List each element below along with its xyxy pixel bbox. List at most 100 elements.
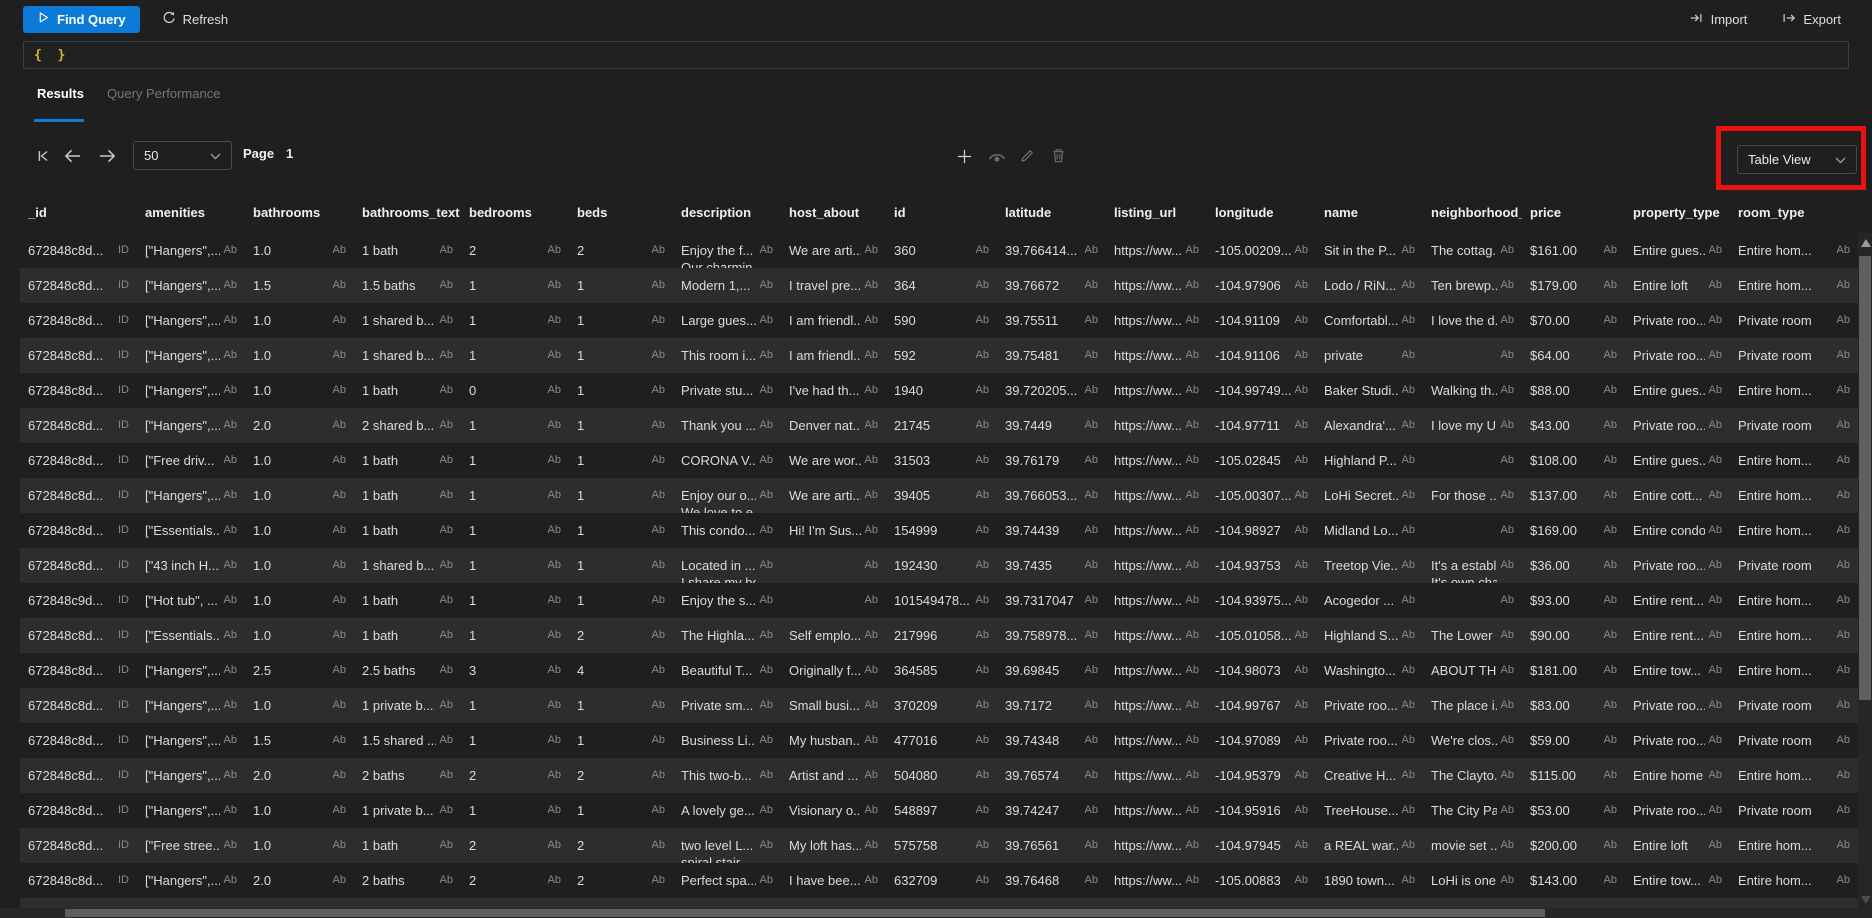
table-cell-bedrooms[interactable]: 1Ab (461, 688, 569, 723)
table-cell-neighborhood_[interactable]: Ab (1423, 338, 1522, 373)
table-cell-neighborhood_[interactable]: Ten brewp...Ab (1423, 268, 1522, 303)
table-cell-amenities[interactable]: ["Hangers",...Ab (137, 338, 245, 373)
table-cell-bathrooms[interactable]: 1.0Ab (245, 233, 354, 268)
table-cell-neighborhood_[interactable]: movie set ...Ab (1423, 828, 1522, 863)
table-cell-bathrooms[interactable]: 1.0Ab (245, 303, 354, 338)
table-row[interactable]: 672848c8d...ID["Free driv...Ab1.0Ab1 bat… (20, 443, 1858, 478)
export-button[interactable]: Export (1773, 6, 1849, 33)
table-cell-bathrooms[interactable]: 1.0Ab (245, 548, 354, 583)
table-cell-latitude[interactable]: 39.7317047Ab (997, 583, 1106, 618)
table-cell-latitude[interactable]: 39.720205...Ab (997, 373, 1106, 408)
table-cell-bedrooms[interactable]: 1Ab (461, 793, 569, 828)
vertical-scrollbar-thumb[interactable] (1859, 256, 1871, 700)
table-cell-_id[interactable]: 672848c8d...ID (20, 233, 137, 268)
column-header-bathrooms[interactable]: bathrooms (245, 205, 354, 220)
table-row[interactable]: 672848c8d...ID["Free stree...Ab1.0Ab1 ba… (20, 828, 1858, 863)
table-cell-listing_url[interactable]: https://ww...Ab (1106, 548, 1207, 583)
table-cell-price[interactable]: $88.00Ab (1522, 373, 1625, 408)
table-cell-listing_url[interactable]: https://ww...Ab (1106, 303, 1207, 338)
table-cell-listing_url[interactable]: https://ww...Ab (1106, 233, 1207, 268)
table-cell-name[interactable]: Comfortabl...Ab (1316, 303, 1423, 338)
column-header-id[interactable]: id (886, 205, 997, 220)
table-cell-property_type[interactable]: Private roo...Ab (1625, 338, 1730, 373)
table-cell-name[interactable]: Private roo...Ab (1316, 688, 1423, 723)
table-cell-property_type[interactable]: Private roo...Ab (1625, 303, 1730, 338)
table-cell-_id[interactable]: 672848c8d...ID (20, 513, 137, 548)
table-cell-name[interactable]: Highland P...Ab (1316, 443, 1423, 478)
table-cell-beds[interactable]: 1Ab (569, 548, 673, 583)
table-cell-host_about[interactable]: Small busi...Ab (781, 688, 886, 723)
table-cell-beds[interactable]: 2Ab (569, 863, 673, 898)
table-cell-id[interactable]: 364585Ab (886, 653, 997, 688)
table-cell-longitude[interactable]: -104.93975...Ab (1207, 583, 1316, 618)
table-row[interactable]: 672848c8d...ID["Essentials...Ab1.0Ab1 ba… (20, 513, 1858, 548)
table-cell-price[interactable]: $90.00Ab (1522, 618, 1625, 653)
table-cell-amenities[interactable]: ["Hangers",...Ab (137, 373, 245, 408)
table-cell-listing_url[interactable]: https://ww...Ab (1106, 688, 1207, 723)
table-cell-bedrooms[interactable]: 1Ab (461, 478, 569, 513)
table-cell-longitude[interactable]: -104.97906Ab (1207, 268, 1316, 303)
table-cell-bathrooms_text[interactable]: 1 bathAb (354, 443, 461, 478)
table-cell-host_about[interactable]: Originally f...Ab (781, 653, 886, 688)
previous-page-button[interactable] (62, 146, 83, 166)
table-cell-room_type[interactable]: Entire hom...Ab (1730, 513, 1858, 548)
table-cell-neighborhood_[interactable]: Ab (1423, 583, 1522, 618)
table-cell-_id[interactable]: 672848c8d...ID (20, 478, 137, 513)
table-cell-beds[interactable]: 1Ab (569, 688, 673, 723)
refresh-button[interactable]: Refresh (154, 6, 237, 33)
table-cell-beds[interactable]: 1Ab (569, 793, 673, 828)
scroll-up-arrow-icon[interactable] (1861, 239, 1871, 247)
table-cell-listing_url[interactable]: https://ww...Ab (1106, 373, 1207, 408)
table-cell-room_type[interactable]: Private roomAb (1730, 303, 1858, 338)
table-cell-longitude[interactable]: -105.01058...Ab (1207, 618, 1316, 653)
table-cell-latitude[interactable]: 39.76672Ab (997, 268, 1106, 303)
table-cell-bedrooms[interactable]: 2Ab (461, 828, 569, 863)
table-row[interactable]: 672848c8d...ID["Hangers",...Ab1.0Ab1 pri… (20, 688, 1858, 723)
table-cell-price[interactable]: $93.00Ab (1522, 583, 1625, 618)
column-header-room_type[interactable]: room_type (1730, 205, 1858, 220)
table-cell-description[interactable]: The Highla...Ab (673, 618, 781, 653)
column-header-name[interactable]: name (1316, 205, 1423, 220)
table-cell-_id[interactable]: 672848c8d...ID (20, 688, 137, 723)
table-cell-id[interactable]: 477016Ab (886, 723, 997, 758)
table-cell-bedrooms[interactable]: 1Ab (461, 443, 569, 478)
table-cell-description[interactable]: Private sm...Ab (673, 688, 781, 723)
table-cell-bathrooms_text[interactable]: 1 shared b...Ab (354, 303, 461, 338)
table-cell-property_type[interactable]: Entire cott...Ab (1625, 478, 1730, 513)
table-cell-bathrooms_text[interactable]: 1 shared b...Ab (354, 548, 461, 583)
table-cell-neighborhood_[interactable]: LoHi is one...Ab (1423, 863, 1522, 898)
table-cell-neighborhood_[interactable]: The City Pa...Ab (1423, 793, 1522, 828)
scroll-down-arrow-icon[interactable] (1861, 896, 1871, 904)
table-cell-amenities[interactable]: ["Hangers",...Ab (137, 233, 245, 268)
table-cell-price[interactable]: $36.00Ab (1522, 548, 1625, 583)
table-cell-price[interactable]: $83.00Ab (1522, 688, 1625, 723)
table-cell-property_type[interactable]: Private roo...Ab (1625, 723, 1730, 758)
table-cell-longitude[interactable]: -105.00883Ab (1207, 863, 1316, 898)
table-cell-price[interactable]: $179.00Ab (1522, 268, 1625, 303)
table-cell-host_about[interactable]: My loft has...Ab (781, 828, 886, 863)
table-cell-longitude[interactable]: -104.98073Ab (1207, 653, 1316, 688)
table-cell-id[interactable]: 632709Ab (886, 863, 997, 898)
table-cell-listing_url[interactable]: https://ww...Ab (1106, 268, 1207, 303)
table-cell-_id[interactable]: 672848c8d...ID (20, 373, 137, 408)
table-cell-listing_url[interactable]: https://ww...Ab (1106, 758, 1207, 793)
table-cell-id[interactable]: 217996Ab (886, 618, 997, 653)
table-cell-bathrooms[interactable]: 2.5Ab (245, 653, 354, 688)
table-cell-price[interactable]: $137.00Ab (1522, 478, 1625, 513)
table-cell-name[interactable]: Creative H...Ab (1316, 758, 1423, 793)
table-cell-amenities[interactable]: ["Hot tub", ...Ab (137, 583, 245, 618)
table-cell-longitude[interactable]: -105.00209...Ab (1207, 233, 1316, 268)
table-cell-property_type[interactable]: Entire rent...Ab (1625, 618, 1730, 653)
table-cell-bathrooms[interactable]: 1.0Ab (245, 828, 354, 863)
table-cell-_id[interactable]: 672848c9d...ID (20, 583, 137, 618)
table-cell-room_type[interactable]: Entire hom...Ab (1730, 828, 1858, 863)
table-cell-id[interactable]: 101549478...Ab (886, 583, 997, 618)
table-cell-beds[interactable]: 1Ab (569, 408, 673, 443)
table-row[interactable]: 672848c8d...ID["Hangers",...Ab1.0Ab1 bat… (20, 478, 1858, 513)
table-cell-id[interactable]: 192430Ab (886, 548, 997, 583)
table-cell-bathrooms[interactable]: 1.0Ab (245, 688, 354, 723)
table-cell-bathrooms_text[interactable]: 1 private b...Ab (354, 688, 461, 723)
table-cell-latitude[interactable]: 39.766053...Ab (997, 478, 1106, 513)
column-header-property_type[interactable]: property_type (1625, 205, 1730, 220)
table-cell-host_about[interactable]: We are arti...Ab (781, 478, 886, 513)
